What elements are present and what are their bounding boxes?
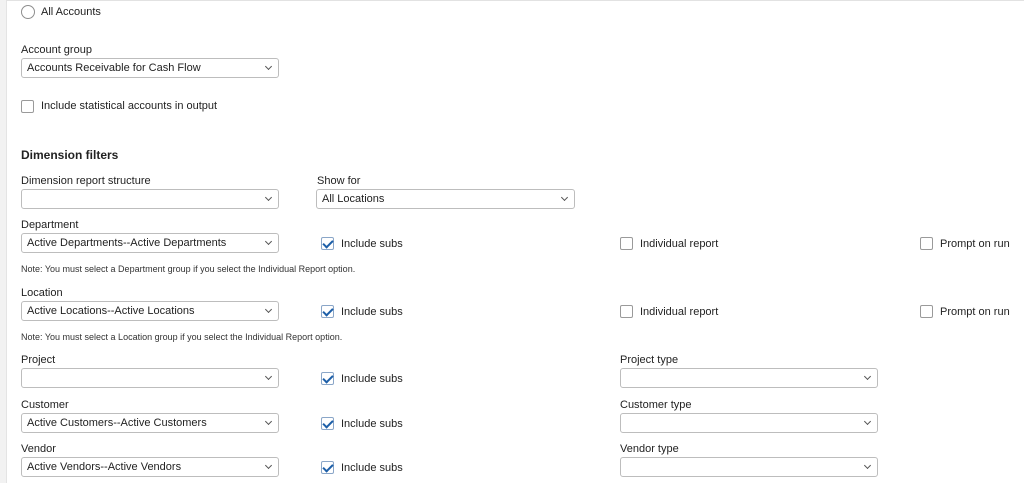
department-value: Active Departments--Active Departments	[27, 237, 227, 249]
location-label: Location	[21, 287, 63, 299]
chevron-down-icon	[264, 305, 273, 314]
location-prompt-on-run-checkbox[interactable]	[920, 305, 933, 318]
department-individual-report-label: Individual report	[640, 238, 719, 250]
dimension-filters-heading: Dimension filters	[21, 148, 119, 162]
location-prompt-on-run-label: Prompt on run	[940, 306, 1010, 318]
chevron-down-icon	[560, 193, 569, 202]
vendor-select[interactable]: Active Vendors--Active Vendors	[21, 457, 279, 477]
vendor-include-subs-label: Include subs	[341, 462, 403, 474]
location-include-subs-checkbox[interactable]	[321, 305, 334, 318]
customer-label: Customer	[21, 399, 69, 411]
location-individual-report-checkbox[interactable]	[620, 305, 633, 318]
dimension-structure-select[interactable]	[21, 189, 279, 209]
left-gutter	[0, 0, 7, 483]
all-accounts-label: All Accounts	[41, 6, 101, 18]
department-include-subs-label: Include subs	[341, 238, 403, 250]
account-group-select[interactable]: Accounts Receivable for Cash Flow	[21, 58, 279, 78]
department-note: Note: You must select a Department group…	[21, 264, 356, 274]
customer-type-select[interactable]	[620, 413, 878, 433]
project-include-subs-checkbox[interactable]	[321, 372, 334, 385]
department-select[interactable]: Active Departments--Active Departments	[21, 233, 279, 253]
top-divider	[6, 0, 1024, 1]
chevron-down-icon	[264, 193, 273, 202]
vendor-include-subs-checkbox[interactable]	[321, 461, 334, 474]
project-type-label: Project type	[620, 354, 679, 366]
account-group-value: Accounts Receivable for Cash Flow	[27, 62, 201, 74]
chevron-down-icon	[264, 461, 273, 470]
chevron-down-icon	[863, 417, 872, 426]
vendor-type-select[interactable]	[620, 457, 878, 477]
chevron-down-icon	[264, 237, 273, 246]
department-include-subs-checkbox[interactable]	[321, 237, 334, 250]
project-type-select[interactable]	[620, 368, 878, 388]
show-for-select[interactable]: All Locations	[316, 189, 575, 209]
location-value: Active Locations--Active Locations	[27, 305, 195, 317]
chevron-down-icon	[264, 372, 273, 381]
chevron-down-icon	[863, 461, 872, 470]
department-label: Department	[21, 219, 79, 231]
customer-value: Active Customers--Active Customers	[27, 417, 207, 429]
location-individual-report-label: Individual report	[640, 306, 719, 318]
show-for-value: All Locations	[322, 193, 385, 205]
customer-select[interactable]: Active Customers--Active Customers	[21, 413, 279, 433]
customer-include-subs-label: Include subs	[341, 418, 403, 430]
vendor-value: Active Vendors--Active Vendors	[27, 461, 182, 473]
statistical-accounts-checkbox[interactable]	[21, 100, 34, 113]
project-select[interactable]	[21, 368, 279, 388]
location-note: Note: You must select a Location group i…	[21, 332, 343, 342]
location-include-subs-label: Include subs	[341, 306, 403, 318]
department-prompt-on-run-label: Prompt on run	[940, 238, 1010, 250]
chevron-down-icon	[264, 417, 273, 426]
vendor-type-label: Vendor type	[620, 443, 679, 455]
all-accounts-radio[interactable]	[21, 5, 35, 19]
department-individual-report-checkbox[interactable]	[620, 237, 633, 250]
account-group-label: Account group	[21, 44, 92, 56]
customer-type-label: Customer type	[620, 399, 692, 411]
show-for-label: Show for	[317, 175, 361, 187]
project-label: Project	[21, 354, 56, 366]
dimension-structure-label: Dimension report structure	[21, 175, 151, 187]
customer-include-subs-checkbox[interactable]	[321, 417, 334, 430]
chevron-down-icon	[863, 372, 872, 381]
project-include-subs-label: Include subs	[341, 373, 403, 385]
statistical-accounts-label: Include statistical accounts in output	[41, 100, 218, 112]
location-select[interactable]: Active Locations--Active Locations	[21, 301, 279, 321]
department-prompt-on-run-checkbox[interactable]	[920, 237, 933, 250]
vendor-label: Vendor	[21, 443, 56, 455]
chevron-down-icon	[264, 62, 273, 71]
